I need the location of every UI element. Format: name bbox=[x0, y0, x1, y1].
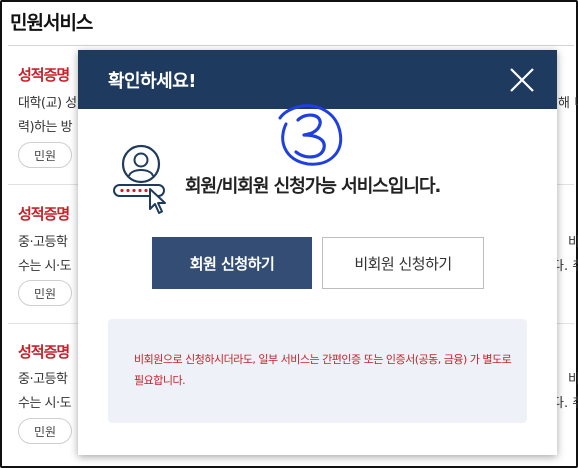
notice-text: 비회원으로 신청하시더라도, 일부 서비스는 간편인증 또는 인증서(공동, 금… bbox=[134, 353, 512, 387]
service-item-title[interactable]: 성적증명 bbox=[18, 341, 70, 362]
modal-title: 확인하세요! bbox=[108, 71, 197, 92]
modal-message: 회원/비회원 신청가능 서비스입니다. bbox=[185, 176, 441, 197]
close-icon[interactable] bbox=[507, 65, 537, 95]
user-login-icon bbox=[113, 144, 166, 214]
service-item-title[interactable]: 성적증명 bbox=[18, 203, 70, 224]
category-tag[interactable]: 민원 bbox=[18, 280, 72, 306]
service-item-description: 중·고등학 bbox=[18, 372, 68, 387]
service-item-description: 수는 시·도 bbox=[18, 259, 72, 274]
service-item-description-fragment: 비 bbox=[568, 235, 578, 250]
nonmember-apply-button[interactable]: 비회원 신청하기 bbox=[322, 237, 484, 289]
notice-box: 비회원으로 신청하시더라도, 일부 서비스는 간편인증 또는 인증서(공동, 금… bbox=[108, 319, 527, 423]
page-title: 민원서비스 bbox=[10, 12, 93, 34]
category-tag[interactable]: 민원 bbox=[18, 418, 72, 444]
service-item-title[interactable]: 성적증명 bbox=[18, 64, 70, 85]
member-apply-button[interactable]: 회원 신청하기 bbox=[152, 237, 312, 289]
service-item-description: 중·고등학 bbox=[18, 235, 68, 250]
service-item-description: 수는 시·도 bbox=[18, 396, 72, 411]
service-item-description-fragment: 해 니 bbox=[558, 96, 578, 111]
confirm-modal: 확인하세요! 회원/비회원 신청가능 서비스입니다. 회원 신청하기 비회원 신… bbox=[78, 50, 557, 455]
service-item-description: 대학(교) 성 bbox=[18, 96, 77, 111]
service-item-description: 력)하는 방 bbox=[18, 120, 73, 135]
handwritten-number-3-annotation bbox=[278, 104, 343, 166]
category-tag[interactable]: 민원 bbox=[18, 142, 72, 168]
service-item-description-fragment: 비 bbox=[568, 372, 578, 387]
